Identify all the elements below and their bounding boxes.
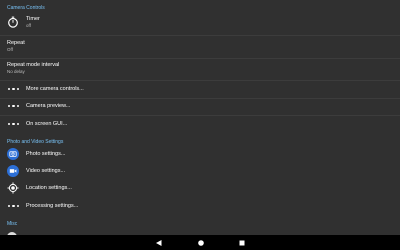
more-dots-icon [8, 88, 20, 91]
timer-icon [7, 16, 19, 28]
processing-settings-title: Processing settings... [26, 203, 79, 209]
repeat-setting[interactable]: Repeat Off [0, 37, 400, 57]
camera-preview-title: Camera preview... [26, 103, 71, 109]
video-settings-title: Video settings... [26, 168, 66, 174]
repeat-interval-setting[interactable]: Repeat mode interval No delay [0, 59, 400, 79]
camera-icon [7, 148, 19, 160]
more-dots-icon [8, 123, 20, 126]
on-screen-gui-title: On screen GUI... [26, 121, 68, 127]
back-icon[interactable] [154, 238, 163, 247]
navigation-bar [0, 235, 400, 250]
video-settings-item[interactable]: Video settings... [0, 163, 400, 180]
photo-settings-item[interactable]: Photo settings... [0, 146, 400, 163]
processing-settings-item[interactable]: Processing settings... [0, 198, 400, 215]
video-icon [7, 165, 19, 177]
repeat-interval-summary: No delay [7, 69, 25, 74]
repeat-summary: Off [7, 47, 13, 52]
section-header-camera-controls: Camera Controls [7, 5, 45, 11]
gps-icon [7, 182, 19, 194]
divider [0, 35, 400, 36]
more-dots-icon [8, 205, 20, 208]
more-dots-icon [8, 105, 20, 108]
timer-summary: off [26, 23, 31, 28]
on-screen-gui-item[interactable]: On screen GUI... [0, 116, 400, 133]
more-camera-controls-title: More camera controls... [26, 86, 84, 92]
location-settings-title: Location settings... [26, 185, 72, 191]
section-header-misc: Misc [7, 221, 18, 227]
timer-title: Timer [26, 16, 40, 22]
home-icon[interactable] [196, 238, 205, 247]
more-camera-controls-item[interactable]: More camera controls... [0, 81, 400, 98]
repeat-title: Repeat [7, 40, 25, 46]
recents-icon[interactable] [237, 238, 246, 247]
location-settings-item[interactable]: Location settings... [0, 180, 400, 197]
repeat-interval-title: Repeat mode interval [7, 62, 60, 68]
photo-settings-title: Photo settings... [26, 151, 66, 157]
section-header-photo-video: Photo and Video Settings [7, 139, 64, 145]
timer-setting[interactable]: Timer off [0, 13, 400, 33]
settings-list: Camera Controls Timer off Repeat Off Rep… [0, 0, 400, 235]
camera-preview-item[interactable]: Camera preview... [0, 98, 400, 115]
